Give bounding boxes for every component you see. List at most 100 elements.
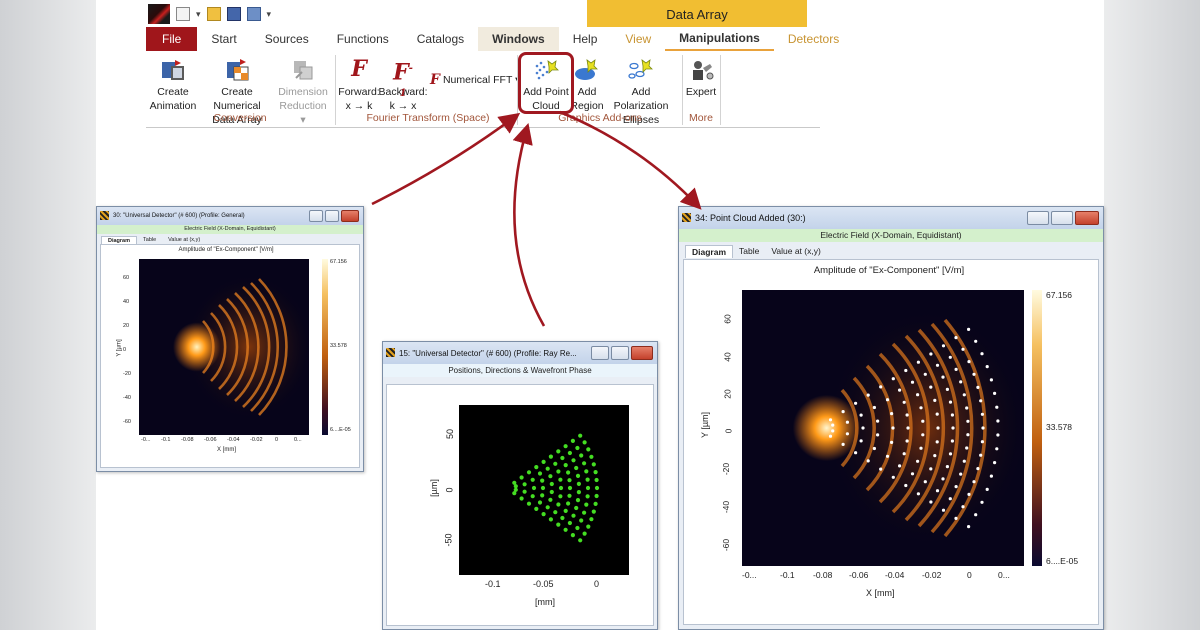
maximize-icon[interactable] [611,346,629,360]
y-tick: -50 [443,533,454,547]
point-marker [951,426,955,430]
tab-start[interactable]: Start [197,27,250,51]
point-marker [586,524,591,529]
point-marker [541,512,546,517]
open-folder-icon[interactable] [206,7,221,21]
y-tick: 50 [445,428,456,440]
tab-windows[interactable]: Windows [478,27,559,51]
point-marker [563,508,568,513]
minimize-icon[interactable] [309,210,323,222]
x-tick: 0... [998,570,1010,580]
create-data-array-icon [224,58,250,82]
forward-fft-button[interactable]: F Forward: x → k [338,58,380,113]
point-marker [891,475,895,479]
context-tab-data-array: Data Array [587,0,807,27]
point-marker [945,465,949,469]
window-universal-detector-general[interactable]: 30: "Universal Detector" (# 600) (Profil… [96,206,364,472]
arrow-from-left-window [371,112,521,206]
save-icon[interactable] [226,7,241,21]
window-titlebar[interactable]: 30: "Universal Detector" (# 600) (Profil… [97,207,363,225]
point-marker [866,393,870,397]
y-axis-label: Y [µm] [700,411,711,439]
point-marker [876,433,880,437]
tab-help[interactable]: Help [559,27,612,51]
point-marker [905,413,909,417]
window-universal-detector-ray[interactable]: 15: "Universal Detector" (# 600) (Profil… [382,341,658,630]
backward-fft-button[interactable]: F-1 Backward: k → x [378,58,427,113]
point-marker [985,487,989,491]
add-region-button[interactable]: Add Region [570,58,604,113]
new-document-icon[interactable] [176,7,190,21]
point-marker [854,401,858,405]
window-controls [591,346,653,360]
minimize-icon[interactable] [591,346,609,360]
point-marker [540,478,545,483]
new-dropdown-icon[interactable]: ▾ [196,9,201,20]
y-tick: -40 [721,500,732,514]
send-icon[interactable] [246,7,261,21]
point-marker [548,454,553,459]
tab-catalogs[interactable]: Catalogs [403,27,478,51]
point-marker [584,469,589,474]
x-axis-ticks: -0... -0.1 -0.08 -0.06 -0.04 -0.02 0 0..… [139,437,309,445]
point-marker [526,470,532,475]
point-marker [933,398,937,402]
window-titlebar[interactable]: 34: Point Cloud Added (30:) [679,207,1103,229]
point-marker [575,473,581,478]
tab-detectors[interactable]: Detectors [774,27,853,51]
point-marker [910,472,915,476]
tab-manipulations[interactable]: Manipulations [665,27,774,51]
close-icon[interactable] [631,346,653,360]
y-tick: -20 [123,371,131,377]
create-animation-button[interactable]: Create Animation [150,58,196,113]
point-marker [828,418,833,422]
field-heatmap[interactable] [139,259,309,435]
expert-button[interactable]: Expert [684,58,718,99]
y-tick: 40 [722,352,733,362]
point-marker [972,372,976,376]
maximize-icon[interactable] [325,210,339,222]
maximize-icon[interactable] [1051,211,1073,225]
point-marker [976,385,980,389]
ray-positions-plot[interactable] [459,405,629,575]
window-titlebar[interactable]: 15: "Universal Detector" (# 600) (Profil… [383,342,657,364]
point-marker [885,454,890,458]
minimize-icon[interactable] [1027,211,1049,225]
point-marker [923,372,927,376]
point-marker [929,467,933,471]
point-marker [935,489,940,493]
tab-functions[interactable]: Functions [323,27,403,51]
tab-sources[interactable]: Sources [251,27,323,51]
close-icon[interactable] [1075,211,1099,225]
point-marker [980,412,984,416]
point-marker [534,506,539,511]
customize-toolbar-icon[interactable]: ▾ [267,9,272,20]
plot-title: Amplitude of "Ex-Component" [V/m] [178,247,274,253]
point-marker [993,461,997,465]
dimension-reduction-button[interactable]: Dimension Reduction ▾ [278,58,328,127]
close-icon[interactable] [341,210,359,222]
point-marker [905,439,909,443]
tab-file[interactable]: File [146,27,198,51]
point-marker [921,419,925,423]
point-cloud-heatmap[interactable] [742,290,1024,566]
point-marker [948,497,952,501]
tab-diagram[interactable]: Diagram [685,245,734,258]
point-marker [522,482,527,487]
point-marker [967,525,971,529]
x-tick: -0.1 [780,570,795,580]
point-marker [594,477,599,483]
tab-table[interactable]: Table [733,245,765,258]
point-marker [567,520,572,526]
window-controls [1027,211,1099,225]
point-marker [979,453,983,457]
tab-value-at-xy[interactable]: Value at (x,y) [765,245,826,258]
numerical-fft-dropdown[interactable]: F Numerical FFT ▾ [430,73,520,87]
point-marker [876,419,880,423]
point-marker [945,387,949,391]
point-marker [566,470,571,475]
window-point-cloud-added[interactable]: 34: Point Cloud Added (30:) Electric Fie… [678,206,1104,630]
tab-view[interactable]: View [611,27,665,51]
point-marker [941,375,945,379]
point-marker [594,493,599,499]
